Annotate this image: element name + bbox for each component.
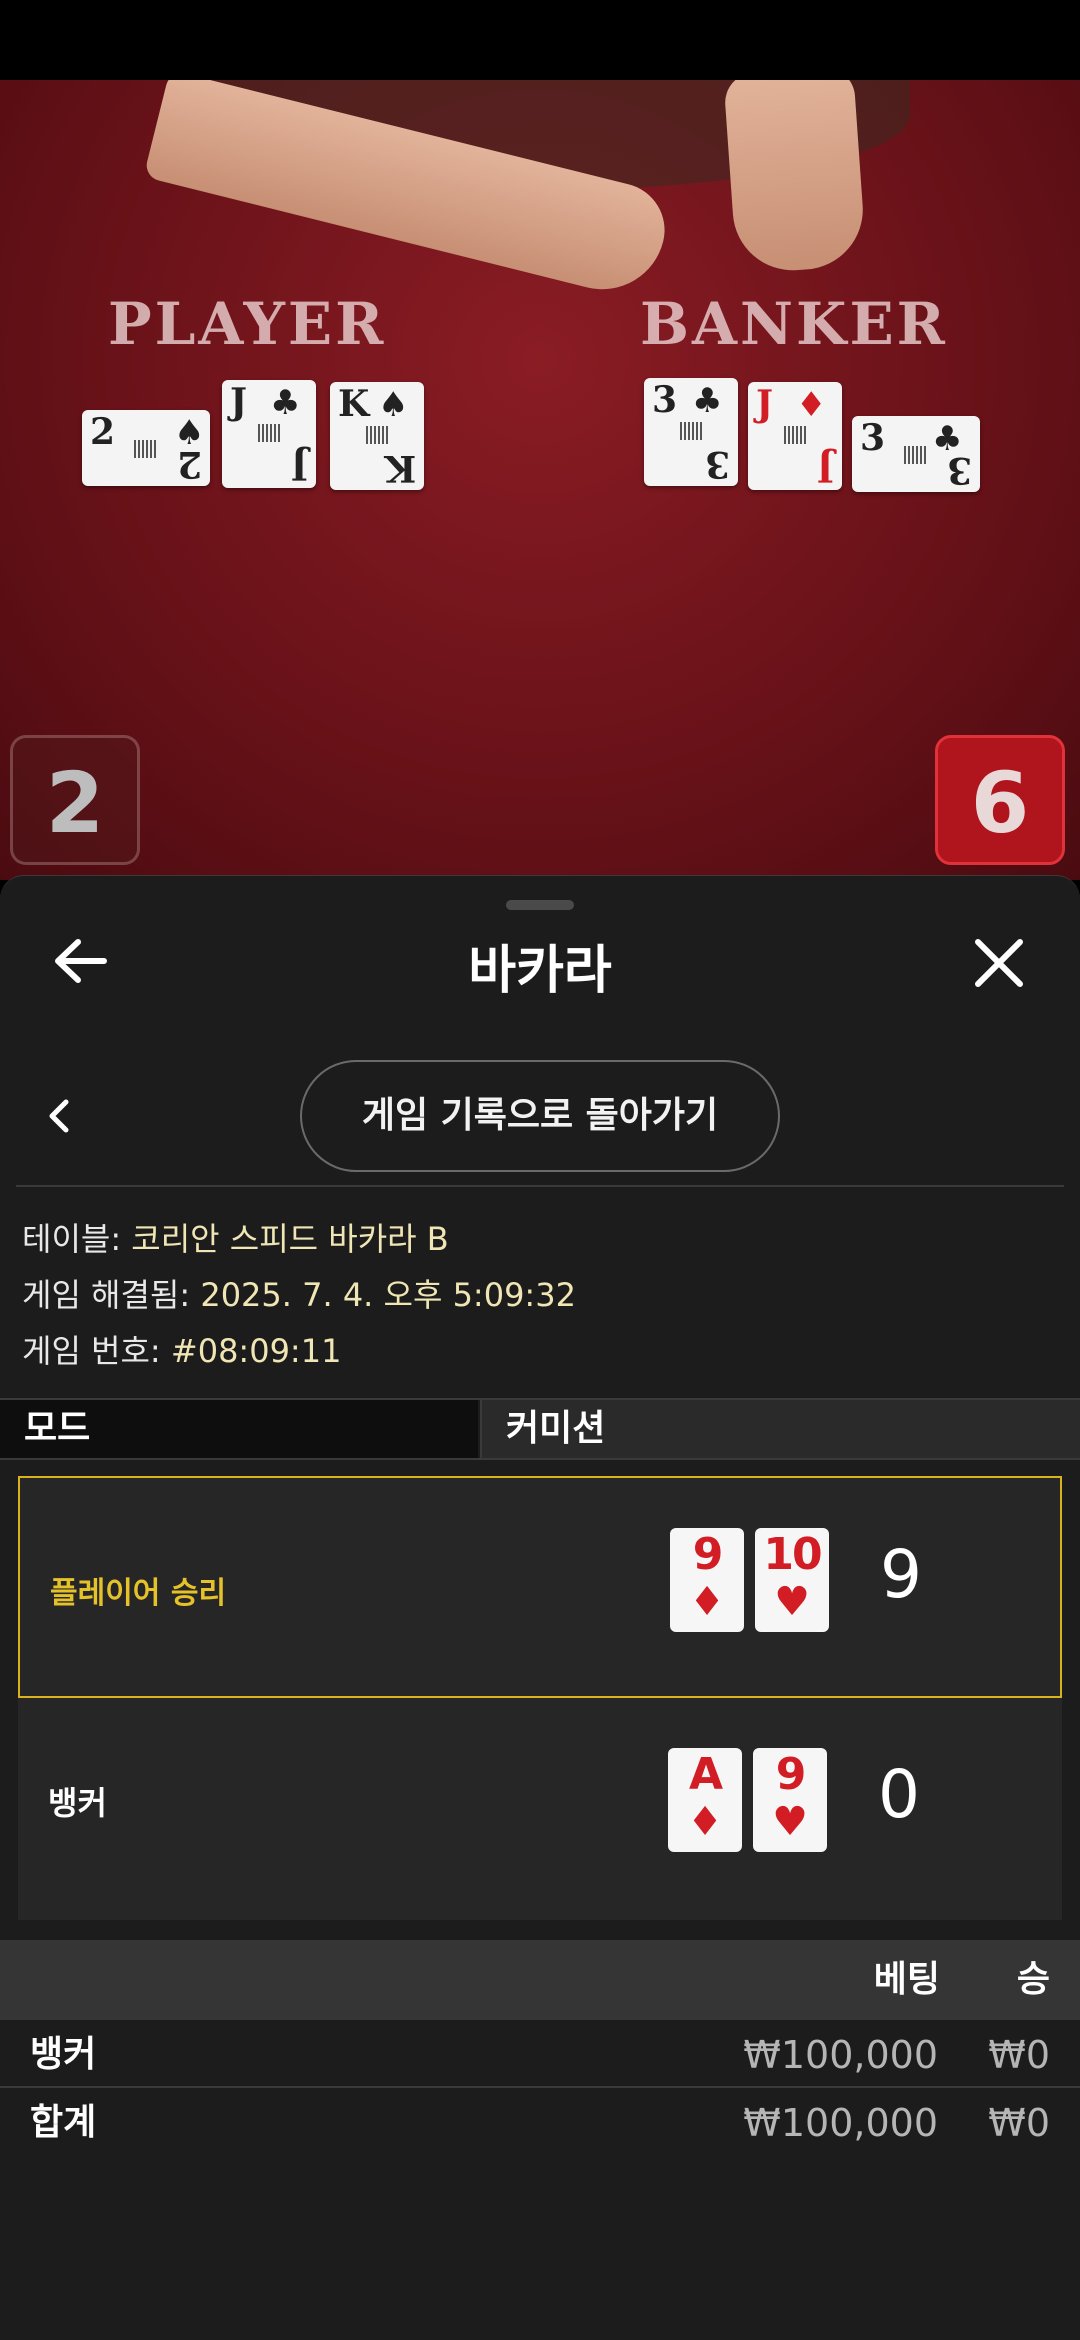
- player-table-card-2: J ♣ J: [222, 380, 316, 488]
- result-card: 9 ♦: [670, 1528, 744, 1632]
- mode-cell: 모드: [0, 1400, 478, 1458]
- bets-table-header: 베팅 승: [0, 1940, 1080, 2020]
- live-video-feed: PLAYER BANKER 2 ♠ 2 J ♣ J K ♠ K 3 ♣ 3 J ♦ J 3…: [0, 80, 1080, 880]
- player-table-card-3: K ♠ K: [330, 382, 424, 490]
- banker-table-card-1: 3 ♣ 3: [644, 378, 738, 486]
- banker-table-card-3: 3 ♣ 3: [852, 416, 980, 492]
- game-detail-sheet: 바카라 게임 기록으로 돌아가기 테이블: 코리안 스피드 바카라 B 게임 해…: [0, 875, 1080, 2340]
- close-icon[interactable]: [970, 934, 1028, 992]
- outcome-points: 0: [878, 1756, 920, 1833]
- sheet-drag-handle[interactable]: [506, 900, 574, 910]
- total-bet-amount: ₩100,000: [743, 2101, 938, 2145]
- total-row: 합계 ₩100,000 ₩0: [0, 2090, 1080, 2156]
- commission-cell: 커미션: [480, 1400, 1080, 1458]
- banker-table-card-2: J ♦ J: [748, 382, 842, 490]
- banker-zone-label: BANKER: [640, 290, 948, 358]
- bet-name: 뱅커: [30, 2034, 97, 2075]
- bet-amount: ₩100,000: [743, 2033, 938, 2077]
- outcome-banker: 뱅커 A ♦ 9 ♥ 0: [18, 1698, 1062, 1920]
- win-amount: ₩0: [988, 2033, 1050, 2077]
- player-zone-label: PLAYER: [108, 290, 387, 358]
- total-label: 합계: [30, 2102, 97, 2143]
- result-card: A ♦: [668, 1748, 742, 1852]
- chevron-left-icon[interactable]: [44, 1096, 74, 1136]
- resolved-time-value: 2025. 7. 4. 오후 5:09:32: [200, 1276, 576, 1314]
- table-info-value: 코리안 스피드 바카라 B: [131, 1220, 449, 1258]
- resolved-time-label: 게임 해결됨:: [22, 1276, 201, 1314]
- back-to-history-button[interactable]: 게임 기록으로 돌아가기: [300, 1060, 780, 1172]
- result-card: 10 ♥: [755, 1528, 829, 1632]
- divider: [16, 1185, 1064, 1187]
- banker-score-badge: 6: [935, 735, 1065, 865]
- resolved-time-info: 게임 해결됨: 2025. 7. 4. 오후 5:09:32: [22, 1270, 576, 1316]
- mode-commission-row: 모드 커미션: [0, 1398, 1080, 1460]
- outcome-points: 9: [880, 1536, 922, 1613]
- result-card: 9 ♥: [753, 1748, 827, 1852]
- table-info: 테이블: 코리안 스피드 바카라 B: [22, 1214, 449, 1260]
- outcome-panel: 플레이어 승리 9 ♦ 10 ♥ 9 뱅커 A ♦ 9 ♥ 0: [18, 1476, 1062, 1920]
- game-number-value: #08:09:11: [170, 1332, 342, 1370]
- table-row: 뱅커 ₩100,000 ₩0: [0, 2022, 1080, 2088]
- page-title: 바카라: [468, 941, 612, 1001]
- dealer-right-hand: [723, 80, 867, 275]
- player-table-card-1: 2 ♠ 2: [82, 410, 210, 486]
- outcome-label: 플레이어 승리: [50, 1576, 227, 1611]
- player-score-badge: 2: [10, 735, 140, 865]
- table-info-label: 테이블:: [22, 1220, 132, 1258]
- outcome-label: 뱅커: [48, 1784, 107, 1822]
- outcome-player-win: 플레이어 승리 9 ♦ 10 ♥ 9: [18, 1476, 1062, 1698]
- game-number-info: 게임 번호: #08:09:11: [22, 1326, 341, 1372]
- win-column-header: 승: [1016, 1959, 1050, 2000]
- bet-column-header: 베팅: [873, 1959, 940, 2000]
- total-win-amount: ₩0: [988, 2101, 1050, 2145]
- game-number-label: 게임 번호:: [22, 1332, 171, 1370]
